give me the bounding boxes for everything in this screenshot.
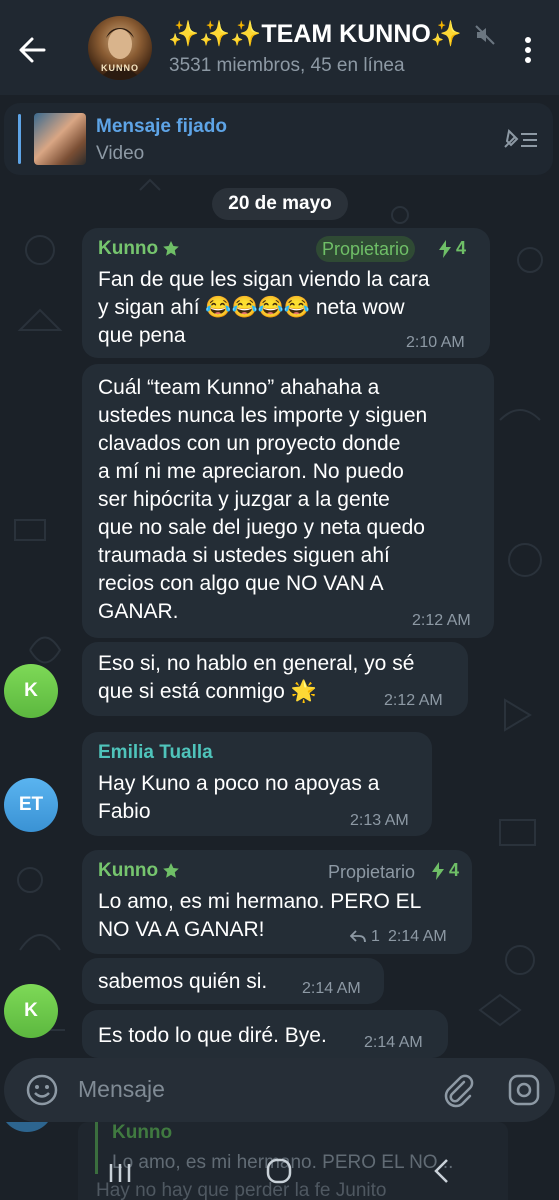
group-avatar[interactable]: KUNNO <box>88 16 152 80</box>
message-bubble[interactable]: sabemos quién si. 2:14 AM <box>82 958 384 1004</box>
pinned-message-bar[interactable]: Mensaje fijado Video <box>4 103 553 175</box>
group-member-count: 3531 miembros, 45 en línea <box>169 55 405 76</box>
more-menu-icon[interactable] <box>516 30 540 70</box>
pinned-indicator <box>18 114 21 164</box>
nav-back-icon[interactable] <box>428 1156 458 1186</box>
role-label: Propietario <box>328 862 416 882</box>
message-bubble[interactable]: Kunno Propietario 4 Lo amo, es mi herman… <box>82 850 472 954</box>
camera-icon[interactable] <box>504 1070 544 1110</box>
group-avatar-logo: KUNNO <box>101 63 139 73</box>
message-composer[interactable]: Mensaje <box>4 1058 555 1122</box>
pinned-subtitle: Video <box>96 143 145 164</box>
message-line: y sigan ahí 😂😂😂😂 neta wow <box>98 296 405 319</box>
reply-count: 1 <box>371 928 380 945</box>
message-bubble[interactable]: Eso si, no hablo en general, yo sé que s… <box>82 642 468 716</box>
message-line: Lo amo, es mi hermano. PERO EL <box>98 890 422 913</box>
date-separator: 20 de mayo <box>212 188 348 220</box>
recent-apps-icon[interactable] <box>105 1158 135 1188</box>
message-line: que no sale del juego y neta quedo <box>98 516 425 539</box>
boost-count: 4 <box>449 860 460 880</box>
message-bubble[interactable]: Es todo lo que diré. Bye. 2:14 AM <box>82 1010 448 1058</box>
message-time: 2:14 AM <box>364 1034 423 1051</box>
system-nav-bar <box>0 1148 559 1200</box>
boost-icon <box>437 240 453 258</box>
home-icon[interactable] <box>264 1156 294 1186</box>
message-line: clavados con un proyecto donde <box>98 432 401 455</box>
message-time: 2:12 AM <box>412 612 471 629</box>
group-title[interactable]: ✨✨✨TEAM KUNNO✨ <box>168 20 462 49</box>
message-line: Cuál “team Kunno” ahahaha a <box>98 376 380 399</box>
sender-name[interactable]: Emilia Tualla <box>98 742 213 764</box>
message-line: Hay Kuno a poco no apoyas a <box>98 772 380 795</box>
boost-icon <box>430 862 446 880</box>
pinned-video-thumbnail <box>34 113 86 165</box>
message-line: ustedes nunca les importe y siguen <box>98 404 428 427</box>
reply-icon[interactable] <box>349 930 366 944</box>
message-bubble[interactable]: Cuál “team Kunno” ahahaha a ustedes nunc… <box>82 364 494 638</box>
message-line: ser hipócrita y juzgar a la gente <box>98 488 390 511</box>
message-line: Fan de que les sigan viendo la cara <box>98 268 430 291</box>
attach-icon[interactable] <box>440 1072 476 1108</box>
sender-name[interactable]: Kunno <box>98 860 158 882</box>
pinned-title: Mensaje fijado <box>96 116 227 137</box>
star-icon <box>162 862 180 880</box>
message-line: sabemos quién si. <box>98 970 268 993</box>
muted-icon <box>474 24 496 46</box>
chat-header: KUNNO ✨✨✨TEAM KUNNO✨ 3531 miembros, 45 e… <box>0 0 559 95</box>
message-line: a mí ni me apreciaron. No puedo <box>98 460 404 483</box>
message-line: que pena <box>98 324 186 347</box>
message-line: recios con algo que NO VAN A <box>98 572 384 595</box>
avatar <box>0 1122 54 1132</box>
message-time: 2:14 AM <box>302 980 361 997</box>
message-line: que si está conmigo 🌟 <box>98 680 317 703</box>
message-input[interactable]: Mensaje <box>78 1076 165 1103</box>
emoji-icon[interactable] <box>24 1072 60 1108</box>
message-line: traumada si ustedes siguen ahí <box>98 544 390 567</box>
role-badge: Propietario <box>316 236 416 262</box>
message-line: NO VA A GANAR! <box>98 918 265 941</box>
message-bubble[interactable]: Kunno Propietario 4 Fan de que les sigan… <box>82 228 490 358</box>
reply-sender-name: Kunno <box>112 1122 173 1143</box>
avatar[interactable]: K <box>4 664 58 718</box>
sender-name[interactable]: Kunno <box>98 238 158 260</box>
avatar[interactable]: K <box>4 984 58 1038</box>
message-time: 2:14 AM <box>388 928 447 945</box>
boost-count: 4 <box>456 238 467 258</box>
message-bubble[interactable]: Emilia Tualla Hay Kuno a poco no apoyas … <box>82 732 432 836</box>
message-line: Es todo lo que diré. Bye. <box>98 1024 327 1047</box>
avatar[interactable]: ET <box>4 778 58 832</box>
message-time: 2:13 AM <box>350 812 409 829</box>
message-line: GANAR. <box>98 600 179 623</box>
message-time: 2:12 AM <box>384 692 443 709</box>
message-time: 2:10 AM <box>406 334 465 351</box>
back-arrow-icon[interactable] <box>14 30 54 70</box>
pin-list-icon[interactable] <box>501 125 541 155</box>
message-line: Eso si, no hablo en general, yo sé <box>98 652 415 675</box>
star-icon <box>162 240 180 258</box>
message-line: Fabio <box>98 800 151 823</box>
